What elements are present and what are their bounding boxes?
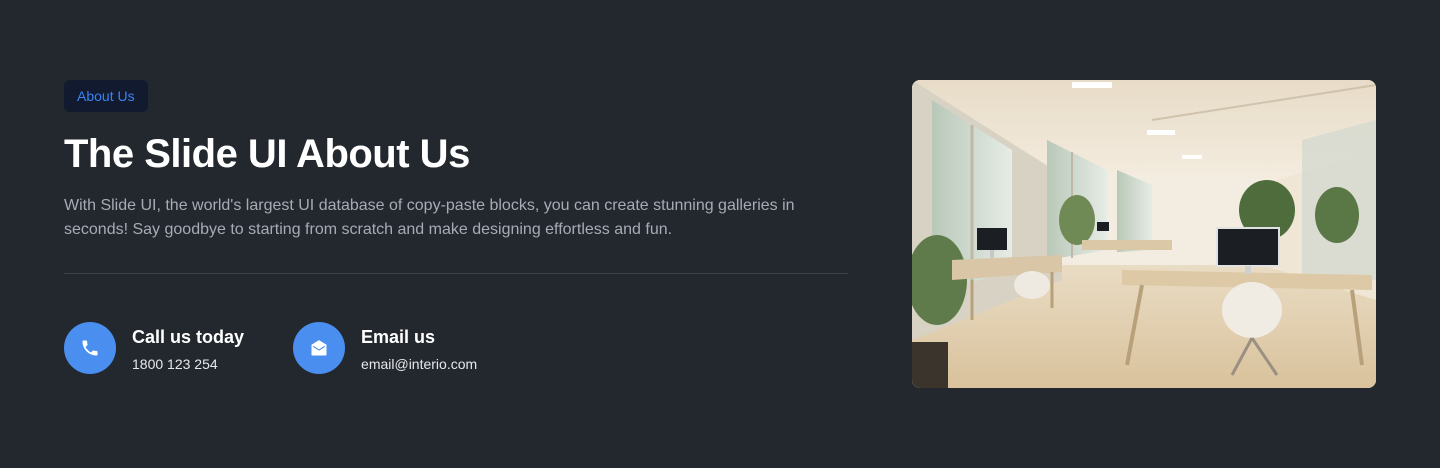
contact-phone-title: Call us today <box>132 327 245 347</box>
office-photo <box>912 80 1376 388</box>
page-title: The Slide UI About Us <box>64 132 470 176</box>
contact-list: Call us today 1800 123 254 Email us emai… <box>64 322 848 374</box>
contact-email-text: Email us email@interio.com <box>361 322 477 373</box>
contact-email[interactable]: Email us email@interio.com <box>293 322 477 374</box>
mail-open-icon <box>311 340 327 356</box>
office-illustration <box>912 80 1376 388</box>
divider <box>64 273 848 274</box>
phone-icon <box>82 340 98 356</box>
about-description: With Slide UI, the world's largest UI da… <box>64 197 795 238</box>
about-content: About Us The Slide UI About Us With Slid… <box>64 80 848 374</box>
contact-phone[interactable]: Call us today 1800 123 254 <box>64 322 244 374</box>
contact-email-address[interactable]: email@interio.com <box>361 355 477 373</box>
about-badge: About Us <box>64 80 148 112</box>
phone-icon-circle[interactable] <box>64 322 116 374</box>
contact-phone-number[interactable]: 1800 123 254 <box>132 355 244 373</box>
mail-icon-circle[interactable] <box>293 322 346 374</box>
contact-email-title: Email us <box>361 327 436 347</box>
contact-phone-text: Call us today 1800 123 254 <box>132 322 244 373</box>
about-section: About Us The Slide UI About Us With Slid… <box>0 0 1440 468</box>
